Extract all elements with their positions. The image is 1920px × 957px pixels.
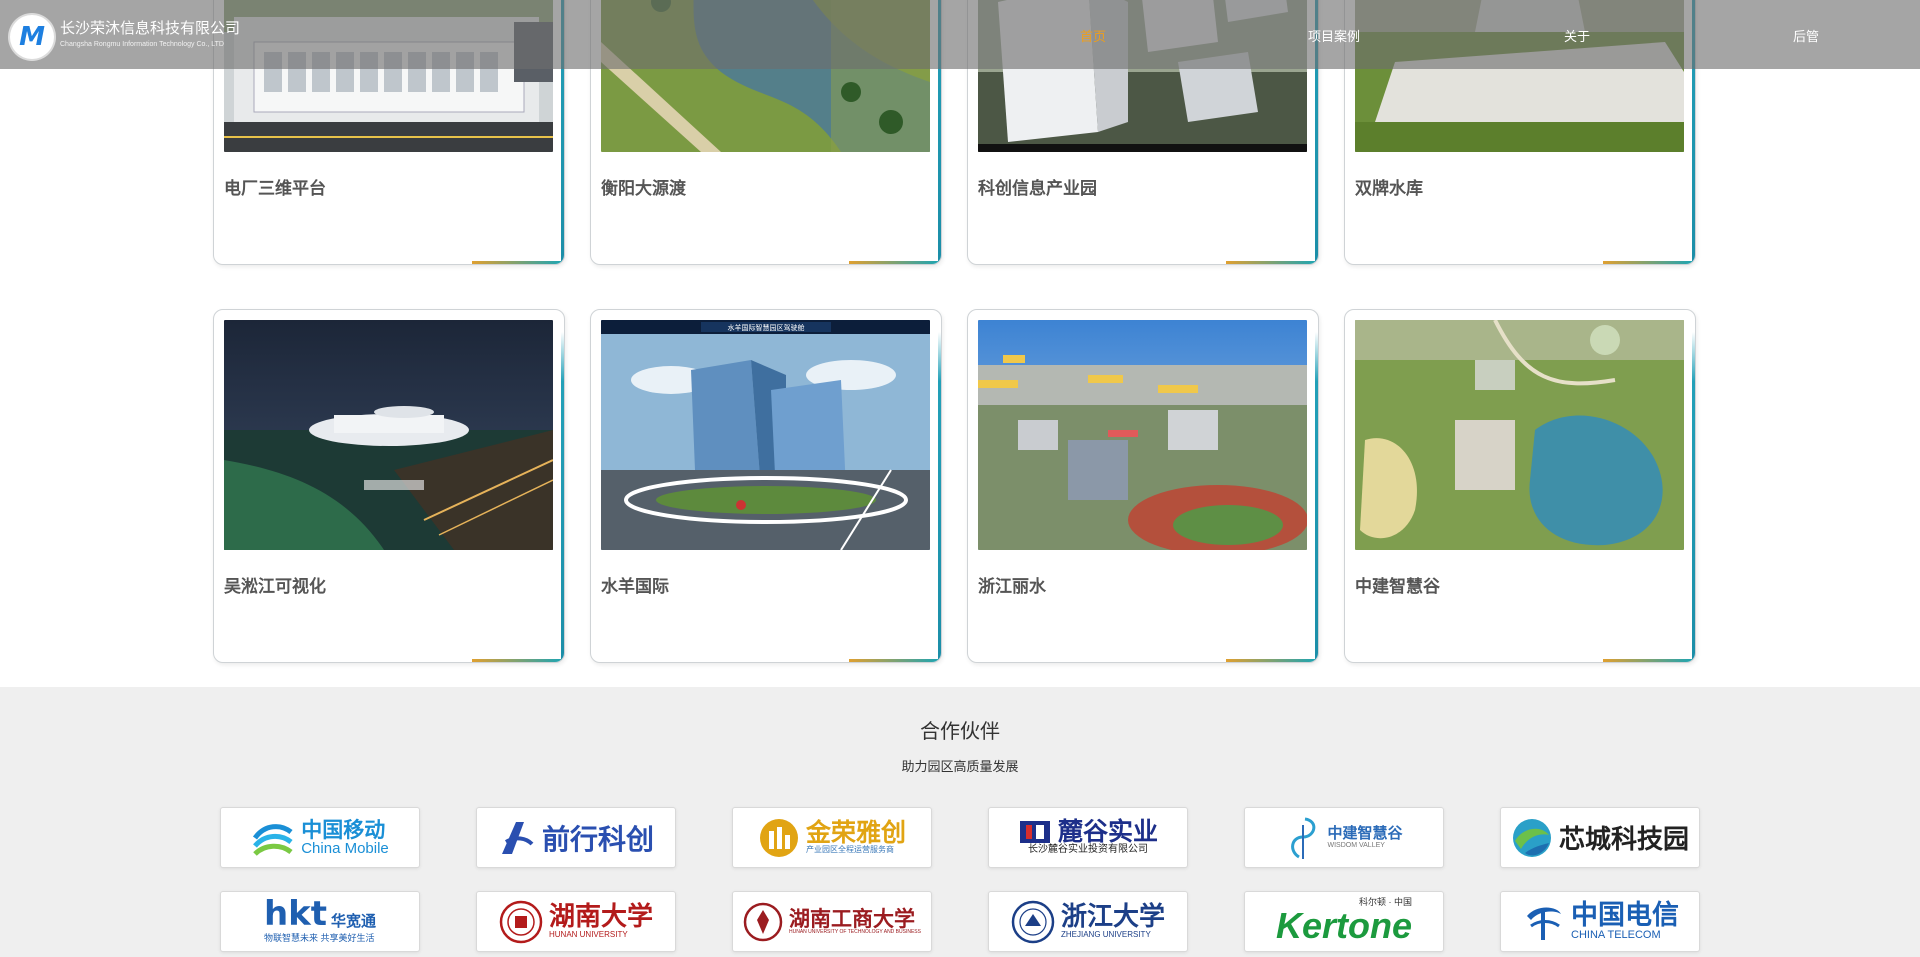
partner-name: 湖南工商大学: [789, 905, 915, 931]
hunan-university-seal-icon: [499, 900, 543, 943]
project-title: 电厂三维平台: [224, 179, 326, 199]
card-accent-line: [1603, 659, 1695, 662]
partner-name: 中国移动: [301, 817, 386, 842]
project-title: 双牌水库: [1355, 179, 1423, 199]
hutb-seal-icon: [743, 902, 783, 941]
partner-name: 麓谷实业: [1057, 817, 1158, 847]
project-title: 科创信息产业园: [978, 179, 1097, 199]
partner-name: 华宽通: [331, 912, 377, 931]
partner-subtext: HUNAN UNIVERSITY OF TECHNOLOGY AND BUSIN…: [789, 928, 921, 935]
card-accent-line: [1226, 659, 1318, 662]
partner-logo-lugu[interactable]: 麓谷实业 长沙麓谷实业投资有限公司: [988, 807, 1188, 868]
partner-logo-qianxing[interactable]: 前行科创: [476, 807, 676, 868]
partner-name: 芯城科技园: [1558, 825, 1689, 855]
project-title: 吴淞江可视化: [224, 577, 326, 597]
partner-logo-hutb[interactable]: 湖南工商大学 HUNAN UNIVERSITY OF TECHNOLOGY AN…: [732, 891, 932, 952]
partner-name: 浙江大学: [1060, 901, 1165, 932]
nav-home[interactable]: 首页: [1080, 26, 1106, 45]
partner-name: 湖南大学: [548, 901, 653, 932]
partner-logo-hkt[interactable]: hkt 华宽通 物联智慧未来 共享美好生活: [220, 891, 420, 952]
company-name-cn: 长沙荣沐信息科技有限公司: [60, 19, 241, 37]
china-mobile-logo-icon: [253, 823, 293, 856]
partner-subtext: HUNAN UNIVERSITY: [548, 929, 628, 939]
card-accent-line: [849, 261, 941, 264]
nav-admin[interactable]: 后管: [1793, 26, 1819, 45]
partner-subtext: China Mobile: [301, 839, 389, 857]
project-title: 浙江丽水: [978, 577, 1046, 597]
qianxing-logo-icon: [501, 821, 534, 854]
project-thumbnail: [978, 320, 1307, 550]
partner-logo-china-mobile[interactable]: 中国移动 China Mobile: [220, 807, 420, 868]
partner-logo-wisdom-valley[interactable]: 中建智慧谷 WISDOM VALLEY: [1244, 807, 1444, 868]
card-accent-line: [849, 659, 941, 662]
project-thumbnail: [1355, 320, 1684, 550]
hkt-logo-icon: hkt: [263, 894, 328, 935]
zju-seal-icon: [1011, 900, 1055, 943]
wisdom-valley-logo-icon: [1291, 817, 1316, 859]
partner-subtext: 产业园区全程运营服务商: [805, 845, 894, 855]
partner-subtext: ZHEJIANG UNIVERSITY: [1060, 929, 1151, 939]
partner-logo-hunan-university[interactable]: 湖南大学 HUNAN UNIVERSITY: [476, 891, 676, 952]
partner-logo-china-telecom[interactable]: 中国电信 CHINA TELECOM: [1500, 891, 1700, 952]
card-accent-line: [472, 261, 564, 264]
partner-name: Kertone: [1275, 905, 1413, 947]
project-thumbnail: 水羊国际智慧园区驾驶舱: [601, 320, 930, 550]
partner-subtext: 长沙麓谷实业投资有限公司: [1027, 844, 1148, 856]
project-card-wusong-river[interactable]: 吴淞江可视化: [213, 309, 565, 663]
company-logo-icon[interactable]: M: [10, 15, 54, 59]
nav-project-cases[interactable]: 项目案例: [1308, 26, 1360, 45]
project-title: 中建智慧谷: [1355, 577, 1440, 597]
project-thumbnail: [224, 320, 553, 550]
partner-logo-zju[interactable]: 浙江大学 ZHEJIANG UNIVERSITY: [988, 891, 1188, 952]
partner-name: 金荣雅创: [805, 818, 906, 848]
partner-logo-jinrong[interactable]: 金荣雅创 产业园区全程运营服务商: [732, 807, 932, 868]
partner-logo-xincheng[interactable]: 芯城科技园: [1500, 807, 1700, 868]
partners-title: 合作伙伴: [920, 719, 1000, 743]
partner-logo-kertone[interactable]: 科尔顿 · 中国 Kertone: [1244, 891, 1444, 952]
card-accent-line: [1226, 261, 1318, 264]
logo-letter: M: [19, 22, 45, 52]
top-navigation-bar: M 长沙荣沐信息科技有限公司 Changsha Rongmu Informati…: [0, 0, 1920, 69]
partner-subtext: 物联智慧未来 共享美好生活: [263, 933, 375, 944]
kertone-logo-icon: 科尔顿 · 中国 Kertone: [1275, 897, 1413, 947]
china-telecom-logo-icon: [1527, 907, 1561, 940]
partner-subtext: WISDOM VALLEY: [1327, 841, 1385, 849]
card-accent-line: [472, 659, 564, 662]
partner-name: 中国电信: [1571, 899, 1679, 931]
lugu-logo-icon: [1019, 821, 1050, 844]
nav-about[interactable]: 关于: [1564, 26, 1590, 45]
dashboard-overlay-title: 水羊国际智慧园区驾驶舱: [728, 323, 805, 332]
project-card-lishui[interactable]: 浙江丽水: [967, 309, 1319, 663]
partners-subtitle: 助力园区高质量发展: [901, 760, 1019, 775]
card-accent-line: [1603, 261, 1695, 264]
partner-subtext: CHINA TELECOM: [1571, 928, 1661, 941]
project-card-wisdom-valley[interactable]: 中建智慧谷: [1344, 309, 1696, 663]
project-card-shuiyang[interactable]: 水羊国际智慧园区驾驶舱 水羊国际: [590, 309, 942, 663]
partners-section: 合作伙伴 助力园区高质量发展 中国移动 China Mobile 前行科创 金荣…: [0, 687, 1920, 957]
xincheng-logo-icon: [1512, 818, 1551, 857]
partner-name: 中建智慧谷: [1327, 823, 1403, 842]
jinrong-logo-icon: [759, 818, 798, 857]
company-name-en: Changsha Rongmu Information Technology C…: [60, 41, 224, 48]
project-title: 水羊国际: [601, 577, 669, 597]
project-title: 衡阳大源渡: [601, 179, 686, 199]
partner-name: 前行科创: [541, 822, 654, 856]
